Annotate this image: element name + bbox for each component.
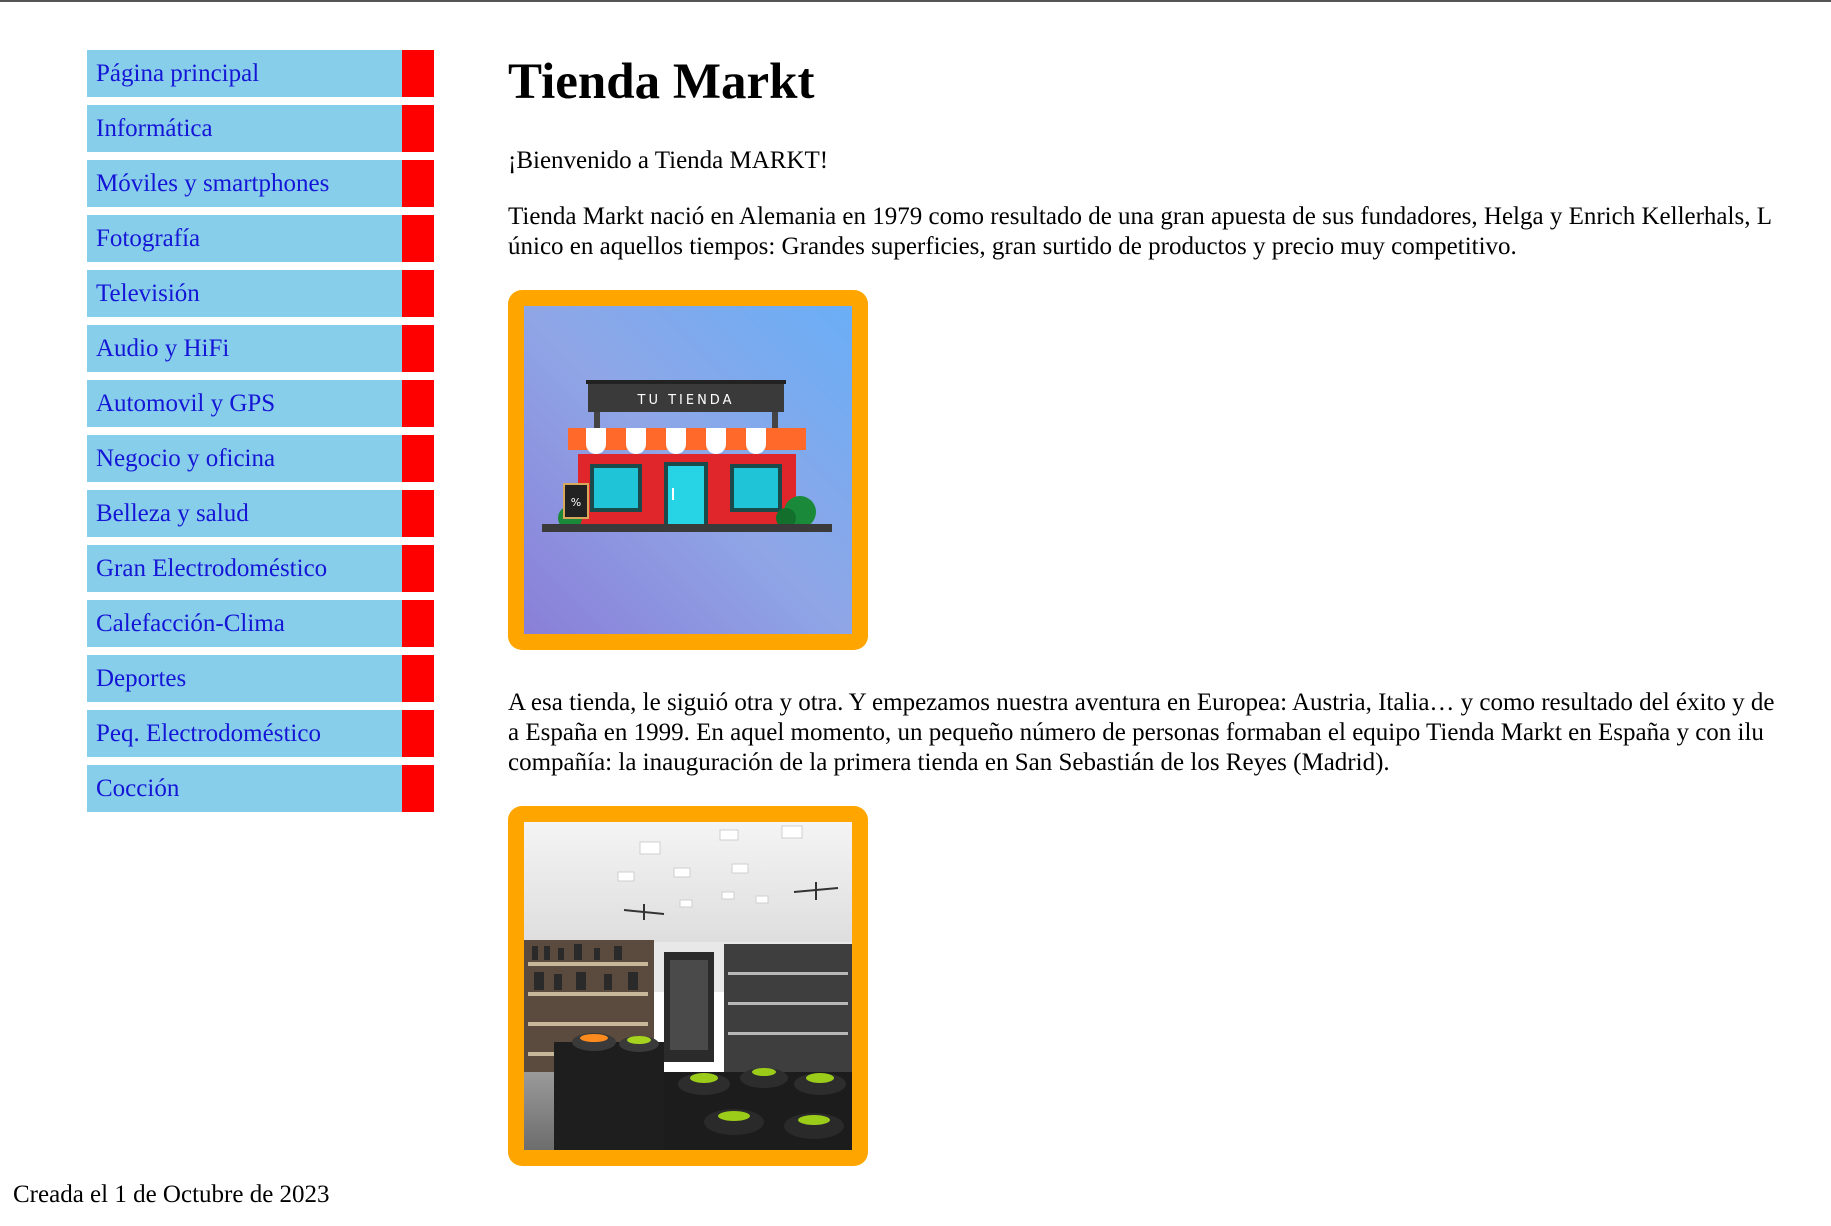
nav-link-fotografia[interactable]: Fotografía [87, 215, 402, 262]
nav-marker [402, 325, 434, 372]
nav-item-pagina-principal: Página principal [87, 50, 434, 97]
nav-link-coccion[interactable]: Cocción [87, 765, 402, 812]
main-content: Tienda Markt ¡Bienvenido a Tienda MARKT!… [508, 50, 1831, 1166]
store-sign-text: TU TIENDA [637, 393, 735, 408]
nav-marker [402, 50, 434, 97]
nav-item-automovil: Automovil y GPS [87, 380, 434, 427]
store-illustration-image: TU TIENDA % [508, 290, 868, 650]
nav-marker [402, 105, 434, 152]
nav-item-belleza: Belleza y salud [87, 490, 434, 537]
nav-link-deportes[interactable]: Deportes [87, 655, 402, 702]
nav-link-gran-electrodomestico[interactable]: Gran Electrodoméstico [87, 545, 402, 592]
nav-item-negocio: Negocio y oficina [87, 435, 434, 482]
nav-marker [402, 765, 434, 812]
welcome-text: ¡Bienvenido a Tienda MARKT! [508, 147, 829, 174]
nav-item-television: Televisión [87, 270, 434, 317]
nav-item-moviles: Móviles y smartphones [87, 160, 434, 207]
nav-item-gran-electrodomestico: Gran Electrodoméstico [87, 545, 434, 592]
nav-marker [402, 545, 434, 592]
nav-item-audio: Audio y HiFi [87, 325, 434, 372]
nav-link-belleza[interactable]: Belleza y salud [87, 490, 402, 537]
top-border [0, 0, 1831, 2]
nav-link-informatica[interactable]: Informática [87, 105, 402, 152]
nav-link-negocio[interactable]: Negocio y oficina [87, 435, 402, 482]
history-paragraph-2-line-3: compañía: la inauguración de la primera … [508, 749, 1390, 776]
nav-marker [402, 435, 434, 482]
history-paragraph-2-line-2: a España en 1999. En aquel momento, un p… [508, 719, 1764, 746]
history-paragraph-1-line-1: Tienda Markt nació en Alemania en 1979 c… [508, 203, 1772, 230]
nav-item-informatica: Informática [87, 105, 434, 152]
nav-marker [402, 710, 434, 757]
nav-link-television[interactable]: Televisión [87, 270, 402, 317]
nav-item-peq-electrodomestico: Peq. Electrodoméstico [87, 710, 434, 757]
discount-tag-text: % [571, 496, 581, 509]
nav-marker [402, 380, 434, 427]
nav-item-coccion: Cocción [87, 765, 434, 812]
store-interior-photo [508, 806, 868, 1166]
nav-item-deportes: Deportes [87, 655, 434, 702]
nav-link-audio[interactable]: Audio y HiFi [87, 325, 402, 372]
nav-marker [402, 655, 434, 702]
nav-item-calefaccion: Calefacción-Clima [87, 600, 434, 647]
nav-marker [402, 270, 434, 317]
nav-link-peq-electrodomestico[interactable]: Peq. Electrodoméstico [87, 710, 402, 757]
footer-created-date: Creada el 1 de Octubre de 2023 [13, 1181, 330, 1208]
nav-link-calefaccion[interactable]: Calefacción-Clima [87, 600, 402, 647]
nav-item-fotografia: Fotografía [87, 215, 434, 262]
nav-marker [402, 160, 434, 207]
history-paragraph-1-line-2: único en aquellos tiempos: Grandes super… [508, 233, 1517, 260]
history-paragraph-2-line-1: A esa tienda, le siguió otra y otra. Y e… [508, 689, 1775, 716]
page-title: Tienda Markt [508, 54, 815, 110]
nav-link-moviles[interactable]: Móviles y smartphones [87, 160, 402, 207]
sidebar-nav: Página principal Informática Móviles y s… [87, 50, 434, 820]
nav-link-automovil[interactable]: Automovil y GPS [87, 380, 402, 427]
nav-link-pagina-principal[interactable]: Página principal [87, 50, 402, 97]
nav-marker [402, 600, 434, 647]
nav-marker [402, 490, 434, 537]
nav-marker [402, 215, 434, 262]
